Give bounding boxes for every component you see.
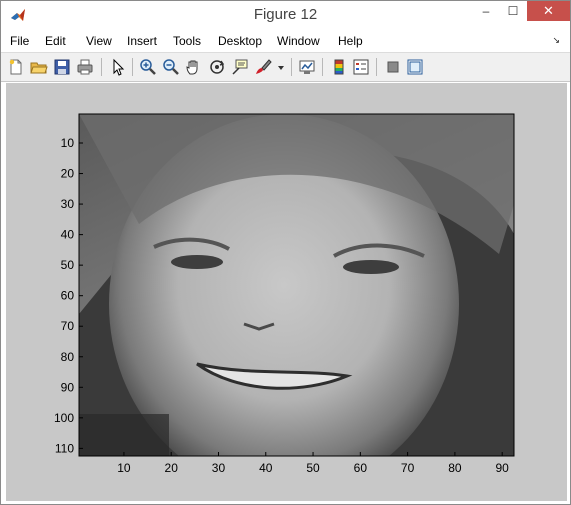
y-tick-label: 30 <box>61 197 75 211</box>
y-tick-label: 20 <box>61 167 75 181</box>
y-tick-label: 60 <box>61 289 75 303</box>
y-tick-label: 110 <box>55 441 74 455</box>
link-plot-icon[interactable] <box>298 58 316 76</box>
toolbar-separator <box>291 58 292 76</box>
neck-shadow-left <box>79 414 169 456</box>
x-tick-label: 20 <box>165 461 179 475</box>
menu-view[interactable]: View <box>86 34 112 48</box>
zoom-out-icon[interactable] <box>162 58 180 76</box>
y-tick-label: 40 <box>61 228 75 242</box>
toolbar-separator <box>132 58 133 76</box>
x-tick-label: 40 <box>259 461 273 475</box>
y-tick-label: 100 <box>54 411 74 425</box>
print-icon[interactable] <box>76 58 94 76</box>
y-tick-label: 70 <box>61 319 75 333</box>
figure-toolbar <box>1 52 570 82</box>
x-tick-label: 10 <box>117 461 131 475</box>
close-button[interactable]: ✕ <box>527 1 570 21</box>
zoom-in-icon[interactable] <box>139 58 157 76</box>
x-tick-label: 70 <box>401 461 415 475</box>
x-tick-label: 80 <box>448 461 462 475</box>
save-icon[interactable] <box>53 58 71 76</box>
data-cursor-icon[interactable] <box>231 58 249 76</box>
toolbar-separator <box>376 58 377 76</box>
legend-icon[interactable] <box>352 58 370 76</box>
new-figure-icon[interactable] <box>7 58 25 76</box>
edit-plot-arrow-icon[interactable] <box>109 58 127 76</box>
brush-dropdown-icon[interactable] <box>276 58 286 76</box>
hide-plot-tools-icon[interactable] <box>384 58 402 76</box>
x-tick-label: 30 <box>212 461 226 475</box>
menu-dock-arrow-icon[interactable]: ↘ <box>552 35 560 46</box>
y-tick-label: 10 <box>61 136 75 150</box>
image-axes[interactable]: 10 20 30 40 50 60 70 80 90 10 20 30 40 50 60 70 80 90 100 1… <box>6 83 567 501</box>
minimize-button[interactable]: – <box>473 1 499 21</box>
y-tick-label: 90 <box>61 380 75 394</box>
toolbar-separator <box>101 58 102 76</box>
menu-desktop[interactable]: Desktop <box>218 34 262 48</box>
open-file-icon[interactable] <box>30 58 48 76</box>
y-tick-label: 80 <box>61 350 75 364</box>
brush-icon[interactable] <box>254 58 272 76</box>
figure-window: Figure 12 – ☐ ✕ File Edit View Insert To… <box>0 0 571 505</box>
show-plot-tools-icon[interactable] <box>406 58 424 76</box>
menu-bar: File Edit View Insert Tools Desktop Wind… <box>1 30 570 52</box>
maximize-button[interactable]: ☐ <box>500 1 526 21</box>
pan-hand-icon[interactable] <box>185 58 203 76</box>
y-tick-label: 50 <box>61 258 75 272</box>
menu-help[interactable]: Help <box>338 34 363 48</box>
x-tick-label: 60 <box>354 461 368 475</box>
right-eye <box>343 260 399 274</box>
figure-canvas: 10 20 30 40 50 60 70 80 90 10 20 30 40 50 60 70 80 90 100 1… <box>6 83 567 501</box>
menu-window[interactable]: Window <box>277 34 320 48</box>
title-bar[interactable]: Figure 12 – ☐ ✕ <box>1 1 570 29</box>
menu-tools[interactable]: Tools <box>173 34 201 48</box>
menu-edit[interactable]: Edit <box>45 34 66 48</box>
x-tick-label: 50 <box>306 461 320 475</box>
toolbar-separator <box>322 58 323 76</box>
rotate-3d-icon[interactable] <box>208 58 226 76</box>
menu-insert[interactable]: Insert <box>127 34 157 48</box>
left-eye <box>171 255 223 269</box>
colorbar-icon[interactable] <box>330 58 348 76</box>
x-tick-label: 90 <box>495 461 509 475</box>
menu-file[interactable]: File <box>10 34 29 48</box>
